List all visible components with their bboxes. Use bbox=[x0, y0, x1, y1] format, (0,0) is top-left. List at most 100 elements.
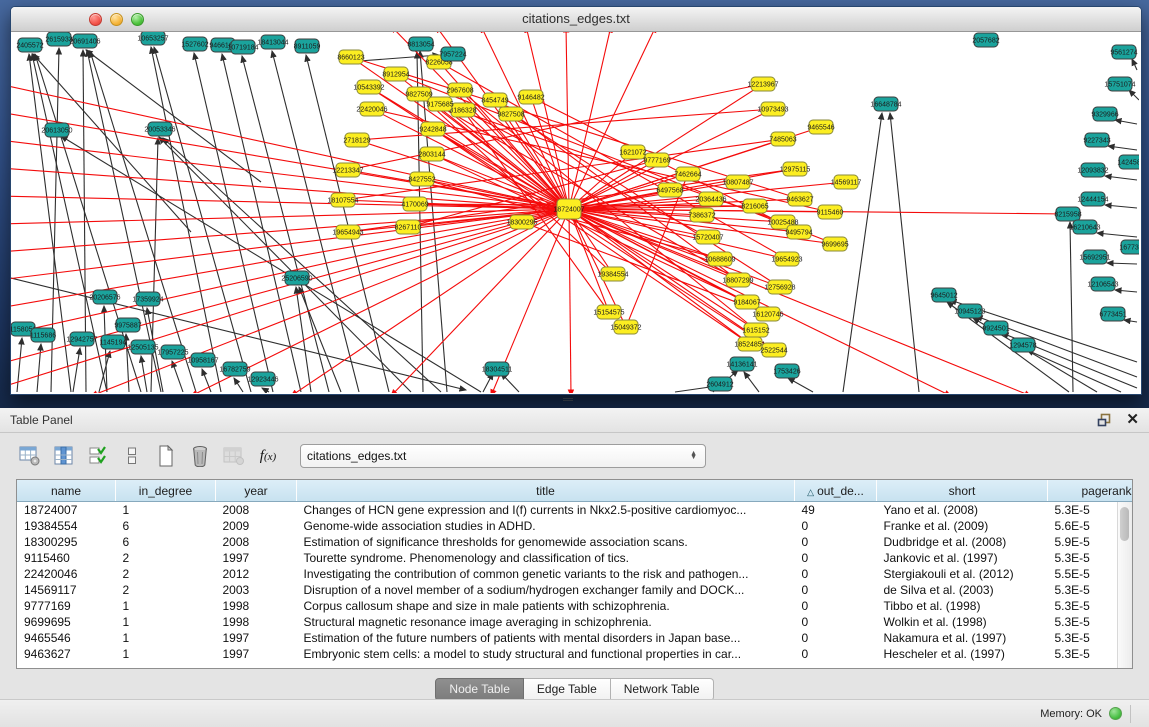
table-cell[interactable]: 9115460 bbox=[17, 550, 116, 566]
table-cell[interactable]: 1998 bbox=[216, 598, 297, 614]
graph-node-yellow[interactable]: 19384554 bbox=[597, 267, 628, 281]
graph-edge[interactable] bbox=[191, 209, 569, 393]
graph-node-yellow[interactable]: 7462664 bbox=[674, 167, 701, 181]
graph-edge[interactable] bbox=[11, 209, 569, 224]
graph-node-teal[interactable]: 12093832 bbox=[1077, 163, 1108, 177]
table-cell[interactable]: 1997 bbox=[216, 646, 297, 662]
graph-node-teal[interactable]: 12106543 bbox=[1087, 277, 1118, 291]
table-cell[interactable]: 18300295 bbox=[17, 534, 116, 550]
graph-node-yellow[interactable]: 9777169 bbox=[643, 153, 670, 167]
table-cell[interactable]: 2 bbox=[116, 582, 216, 598]
graph-node-yellow[interactable]: 8267110 bbox=[395, 220, 422, 234]
graph-node-yellow[interactable]: 8660123 bbox=[337, 50, 364, 64]
graph-node-teal[interactable]: 1527602 bbox=[181, 37, 208, 51]
table-cell[interactable]: 2 bbox=[116, 566, 216, 582]
graph-node-yellow[interactable]: 9115460 bbox=[817, 205, 844, 219]
table-cell[interactable]: 1997 bbox=[216, 550, 297, 566]
graph-node-yellow[interactable]: 8912954 bbox=[382, 67, 409, 81]
table-row[interactable]: 1830029562008Estimation of significance … bbox=[17, 534, 1133, 550]
graph-node-yellow[interactable]: 15720407 bbox=[692, 230, 723, 244]
column-header-short[interactable]: short bbox=[877, 480, 1048, 502]
graph-node-yellow[interactable]: 18107554 bbox=[327, 193, 358, 207]
graph-node-teal[interactable]: 8911059 bbox=[294, 39, 321, 53]
table-cell[interactable]: 0 bbox=[795, 534, 877, 550]
graph-node-yellow[interactable]: 8427552 bbox=[408, 172, 435, 186]
table-cell[interactable]: 9777169 bbox=[17, 598, 116, 614]
graph-node-yellow[interactable]: 20364436 bbox=[695, 192, 726, 206]
table-row[interactable]: 911546021997Tourette syndrome. Phenomeno… bbox=[17, 550, 1133, 566]
graph-node-teal[interactable]: 20206576 bbox=[89, 290, 120, 304]
table-cell[interactable]: Tourette syndrome. Phenomenology and cla… bbox=[297, 550, 795, 566]
graph-node-teal[interactable]: 20053346 bbox=[144, 122, 175, 136]
graph-node-yellow[interactable]: 2522544 bbox=[760, 343, 787, 357]
graph-node-teal[interactable]: 10719184 bbox=[227, 40, 258, 54]
graph-edge[interactable] bbox=[522, 222, 768, 314]
graph-edge[interactable] bbox=[843, 113, 882, 392]
graph-node-yellow[interactable]: 9242848 bbox=[419, 122, 446, 136]
graph-node-yellow[interactable]: 19654943 bbox=[332, 225, 363, 239]
table-cell[interactable]: 18724007 bbox=[17, 502, 116, 519]
graph-node-yellow[interactable]: 7386372 bbox=[688, 208, 715, 222]
graph-node-teal[interactable]: 15751074 bbox=[1104, 77, 1135, 91]
table-row[interactable]: 969969511998Structural magnetic resonanc… bbox=[17, 614, 1133, 630]
graph-node-teal[interactable]: 16210643 bbox=[1069, 220, 1100, 234]
graph-node-yellow[interactable]: 9184067 bbox=[733, 295, 760, 309]
graph-node-teal[interactable]: 16782759 bbox=[219, 362, 250, 376]
tab-edge-table[interactable]: Edge Table bbox=[524, 678, 611, 701]
graph-node-teal[interactable]: 20613050 bbox=[41, 123, 72, 137]
graph-edge[interactable] bbox=[126, 334, 129, 392]
graph-node-teal[interactable]: 6773451 bbox=[1099, 307, 1126, 321]
graph-edge[interactable] bbox=[1132, 59, 1137, 70]
table-cell[interactable]: 0 bbox=[795, 630, 877, 646]
graph-edge[interactable] bbox=[569, 209, 571, 393]
table-cell[interactable]: 2008 bbox=[216, 534, 297, 550]
graph-edge[interactable] bbox=[172, 361, 183, 392]
graph-edge[interactable] bbox=[566, 32, 569, 209]
table-cell[interactable]: Jankovic et al. (1997) bbox=[877, 550, 1048, 566]
graph-node-yellow[interactable]: 10807487 bbox=[722, 175, 753, 189]
column-header-name[interactable]: name bbox=[17, 480, 116, 502]
graph-node-teal[interactable]: 12444154 bbox=[1077, 192, 1108, 206]
graph-node-teal[interactable]: 1115686 bbox=[30, 328, 56, 342]
graph-node-teal[interactable]: 18304511 bbox=[482, 362, 513, 376]
show-columns-icon[interactable] bbox=[48, 442, 80, 470]
graph-edge[interactable] bbox=[744, 372, 759, 392]
graph-edge[interactable] bbox=[296, 287, 311, 392]
graph-node-yellow[interactable]: 12213347 bbox=[332, 163, 363, 177]
graph-node-teal[interactable]: 9975887 bbox=[114, 318, 141, 332]
graph-node-yellow[interactable]: 18807299 bbox=[722, 273, 753, 287]
graph-node-teal[interactable]: 2604912 bbox=[706, 377, 733, 391]
table-cell[interactable]: 0 bbox=[795, 582, 877, 598]
table-cell[interactable]: 9465546 bbox=[17, 630, 116, 646]
graph-node-yellow[interactable]: 9175685 bbox=[426, 97, 453, 111]
graph-node-teal[interactable]: 10653257 bbox=[137, 32, 168, 45]
close-window-icon[interactable] bbox=[89, 13, 102, 26]
graph-node-yellow[interactable]: 10688609 bbox=[704, 252, 735, 266]
table-cell[interactable]: Corpus callosum shape and size in male p… bbox=[297, 598, 795, 614]
graph-edge[interactable] bbox=[86, 50, 261, 182]
graph-node-teal[interactable]: 1424585 bbox=[1117, 155, 1139, 169]
table-cell[interactable]: Yano et al. (2008) bbox=[877, 502, 1048, 519]
column-header-pagerank[interactable]: pagerank bbox=[1048, 480, 1134, 502]
table-cell[interactable]: Tibbo et al. (1998) bbox=[877, 598, 1048, 614]
graph-node-teal[interactable]: 9924501 bbox=[982, 321, 1009, 335]
graph-node-teal[interactable]: 17957225 bbox=[157, 345, 188, 359]
graph-node-yellow[interactable]: 9146482 bbox=[517, 90, 544, 104]
table-cell[interactable]: Structural magnetic resonance image aver… bbox=[297, 614, 795, 630]
graph-node-teal[interactable]: 18413044 bbox=[257, 35, 288, 49]
graph-node-teal[interactable]: 25206590 bbox=[281, 271, 312, 285]
graph-node-teal[interactable]: 20691406 bbox=[69, 34, 100, 48]
table-cell[interactable]: 2012 bbox=[216, 566, 297, 582]
graph-edge[interactable] bbox=[1108, 146, 1137, 150]
select-all-icon[interactable] bbox=[82, 442, 114, 470]
table-cell[interactable]: 0 bbox=[795, 518, 877, 534]
column-header-out_de[interactable]: △out_de... bbox=[795, 480, 877, 502]
table-row[interactable]: 946362711997Embryonic stem cells: a mode… bbox=[17, 646, 1133, 662]
graph-node-teal[interactable]: 17359924 bbox=[132, 292, 163, 306]
graph-node-yellow[interactable]: 9827508 bbox=[497, 107, 524, 121]
graph-node-yellow[interactable]: 18300295 bbox=[506, 215, 537, 229]
table-settings-icon[interactable] bbox=[14, 442, 46, 470]
clear-selection-icon[interactable] bbox=[116, 442, 148, 470]
graph-node-yellow[interactable]: 16120746 bbox=[752, 307, 783, 321]
graph-edge[interactable] bbox=[37, 344, 41, 392]
